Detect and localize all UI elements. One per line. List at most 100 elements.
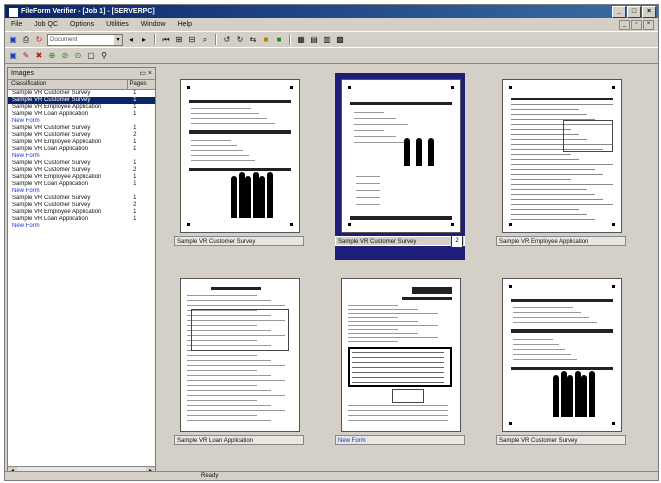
fit-page-icon[interactable]: ⊞: [174, 35, 184, 45]
list-item[interactable]: Sample VR Customer Survey 1: [8, 125, 155, 132]
save-icon[interactable]: ▣: [8, 35, 18, 45]
mdi-close-button[interactable]: ×: [643, 20, 654, 30]
list-item[interactable]: Sample VR Customer Survey 1: [8, 160, 155, 167]
document-thumbnail[interactable]: Sample VR Customer Survey 2: [335, 73, 465, 260]
document-thumbnail[interactable]: Sample VR Employee Application: [496, 73, 626, 260]
form-bar: [511, 98, 613, 100]
menu-help[interactable]: Help: [176, 19, 194, 30]
list-item-new-form[interactable]: New Form: [8, 118, 155, 125]
menu-utilities[interactable]: Utilities: [104, 19, 131, 30]
list-item[interactable]: Sample VR Employee Application 1: [8, 209, 155, 216]
mdi-minimize-button[interactable]: _: [619, 20, 630, 30]
next-icon[interactable]: ▸: [139, 35, 149, 45]
classification-label: Sample VR Employee Application: [12, 209, 102, 215]
thumbnail-caption: New Form: [335, 435, 465, 445]
page-count: 1: [133, 146, 137, 152]
page-count: 1: [133, 174, 137, 180]
text-line: [348, 317, 398, 318]
list-item-new-form[interactable]: New Form: [8, 188, 155, 195]
page-preview[interactable]: [180, 79, 300, 233]
merge-icon[interactable]: ⊕: [47, 51, 57, 61]
rotate-left-icon[interactable]: ↺: [222, 35, 232, 45]
view-combo[interactable]: Document ▾: [47, 33, 123, 46]
zoom-icon[interactable]: ⌕: [200, 35, 210, 45]
text-line: [356, 197, 380, 198]
mdi-restore-button[interactable]: ▫: [631, 20, 642, 30]
approve-icon[interactable]: ■: [274, 35, 284, 45]
list-item[interactable]: Sample VR Loan Application 1: [8, 111, 155, 118]
list-item[interactable]: Sample VR Customer Survey 2: [8, 167, 155, 174]
document-thumbnail[interactable]: Sample VR Loan Application: [174, 272, 304, 459]
cascade-icon[interactable]: ▤: [309, 35, 319, 45]
window-icon[interactable]: ▢: [86, 51, 96, 61]
text-line: [352, 377, 444, 378]
list-item[interactable]: Sample VR Employee Application 1: [8, 139, 155, 146]
list-item[interactable]: Sample VR Employee Application 1: [8, 104, 155, 111]
print-icon[interactable]: ⎙: [21, 35, 31, 45]
page-preview[interactable]: [341, 278, 461, 432]
list-item[interactable]: Sample VR Employee Application 1: [8, 174, 155, 181]
text-line: [187, 390, 271, 391]
menu-window[interactable]: Window: [139, 19, 168, 30]
new-job-icon[interactable]: ▣: [8, 51, 18, 61]
text-line: [511, 104, 613, 105]
list-item[interactable]: Sample VR Customer Survey 1: [8, 195, 155, 202]
tile-icon[interactable]: ▦: [296, 35, 306, 45]
first-page-icon[interactable]: ⏮: [161, 35, 171, 45]
classification-label: Sample VR Customer Survey: [12, 97, 91, 103]
maximize-button[interactable]: □: [627, 6, 641, 18]
list-item[interactable]: Sample VR Customer Survey 1: [8, 97, 155, 104]
text-line: [187, 400, 257, 401]
pane-close-icon[interactable]: ▭ ×: [139, 68, 152, 79]
lock-icon[interactable]: ■: [261, 35, 271, 45]
split-icon[interactable]: ⊘: [60, 51, 70, 61]
previous-icon[interactable]: ◂: [126, 35, 136, 45]
list-item[interactable]: Sample VR Customer Survey 2: [8, 202, 155, 209]
title-bar[interactable]: FileForm Verifier - [Job 1] - [SERVERPC]…: [5, 5, 658, 18]
thumbnails-icon[interactable]: ▩: [335, 35, 345, 45]
list-item-new-form[interactable]: New Form: [8, 153, 155, 160]
column-classification[interactable]: Classification: [8, 80, 128, 89]
page-preview[interactable]: [502, 79, 622, 233]
text-line: [191, 118, 267, 119]
fit-width-icon[interactable]: ⊟: [187, 35, 197, 45]
list-item[interactable]: Sample VR Loan Application 1: [8, 181, 155, 188]
flip-icon[interactable]: ⇆: [248, 35, 258, 45]
barcode-column: [267, 172, 273, 218]
text-line: [187, 360, 271, 361]
list-item[interactable]: Sample VR Loan Application 1: [8, 216, 155, 223]
text-line: [352, 367, 444, 368]
refresh-icon[interactable]: ↻: [34, 35, 44, 45]
edit-icon[interactable]: ✎: [21, 51, 31, 61]
search-icon[interactable]: ⚲: [99, 51, 109, 61]
chevron-down-icon[interactable]: ▾: [114, 34, 122, 45]
menu-file[interactable]: File: [9, 19, 24, 30]
page-preview[interactable]: [180, 278, 300, 432]
text-line: [348, 415, 448, 416]
menu-job-qc[interactable]: Job QC: [32, 19, 60, 30]
thumbnail-caption: Sample VR Employee Application: [496, 236, 626, 246]
grid-icon[interactable]: ▥: [322, 35, 332, 45]
page-preview[interactable]: [502, 278, 622, 432]
page-count: [129, 223, 155, 230]
list-item[interactable]: Sample VR Loan Application 1: [8, 146, 155, 153]
column-pages[interactable]: Pages: [128, 80, 155, 89]
rotate-right-icon[interactable]: ↻: [235, 35, 245, 45]
verify-icon[interactable]: ⊙: [73, 51, 83, 61]
form-box: [563, 120, 613, 152]
document-thumbnail[interactable]: New Form: [335, 272, 465, 459]
page-preview[interactable]: [341, 79, 461, 233]
barcode-column: [416, 138, 422, 166]
classification-label: New Form: [12, 153, 40, 159]
list-item[interactable]: Sample VR Customer Survey 2: [8, 132, 155, 139]
delete-icon[interactable]: ✖: [34, 51, 44, 61]
minimize-button[interactable]: _: [612, 6, 626, 18]
list-item-new-form[interactable]: New Form: [8, 223, 155, 230]
menu-options[interactable]: Options: [68, 19, 96, 30]
thumbnail-view: Sample VR Customer Survey Sample VR Custo…: [156, 67, 656, 465]
close-button[interactable]: ×: [642, 6, 656, 18]
page-count: 2: [133, 132, 137, 138]
list-item[interactable]: Sample VR Customer Survey 1: [8, 90, 155, 97]
document-thumbnail[interactable]: Sample VR Customer Survey: [496, 272, 626, 459]
document-thumbnail[interactable]: Sample VR Customer Survey: [174, 73, 304, 260]
